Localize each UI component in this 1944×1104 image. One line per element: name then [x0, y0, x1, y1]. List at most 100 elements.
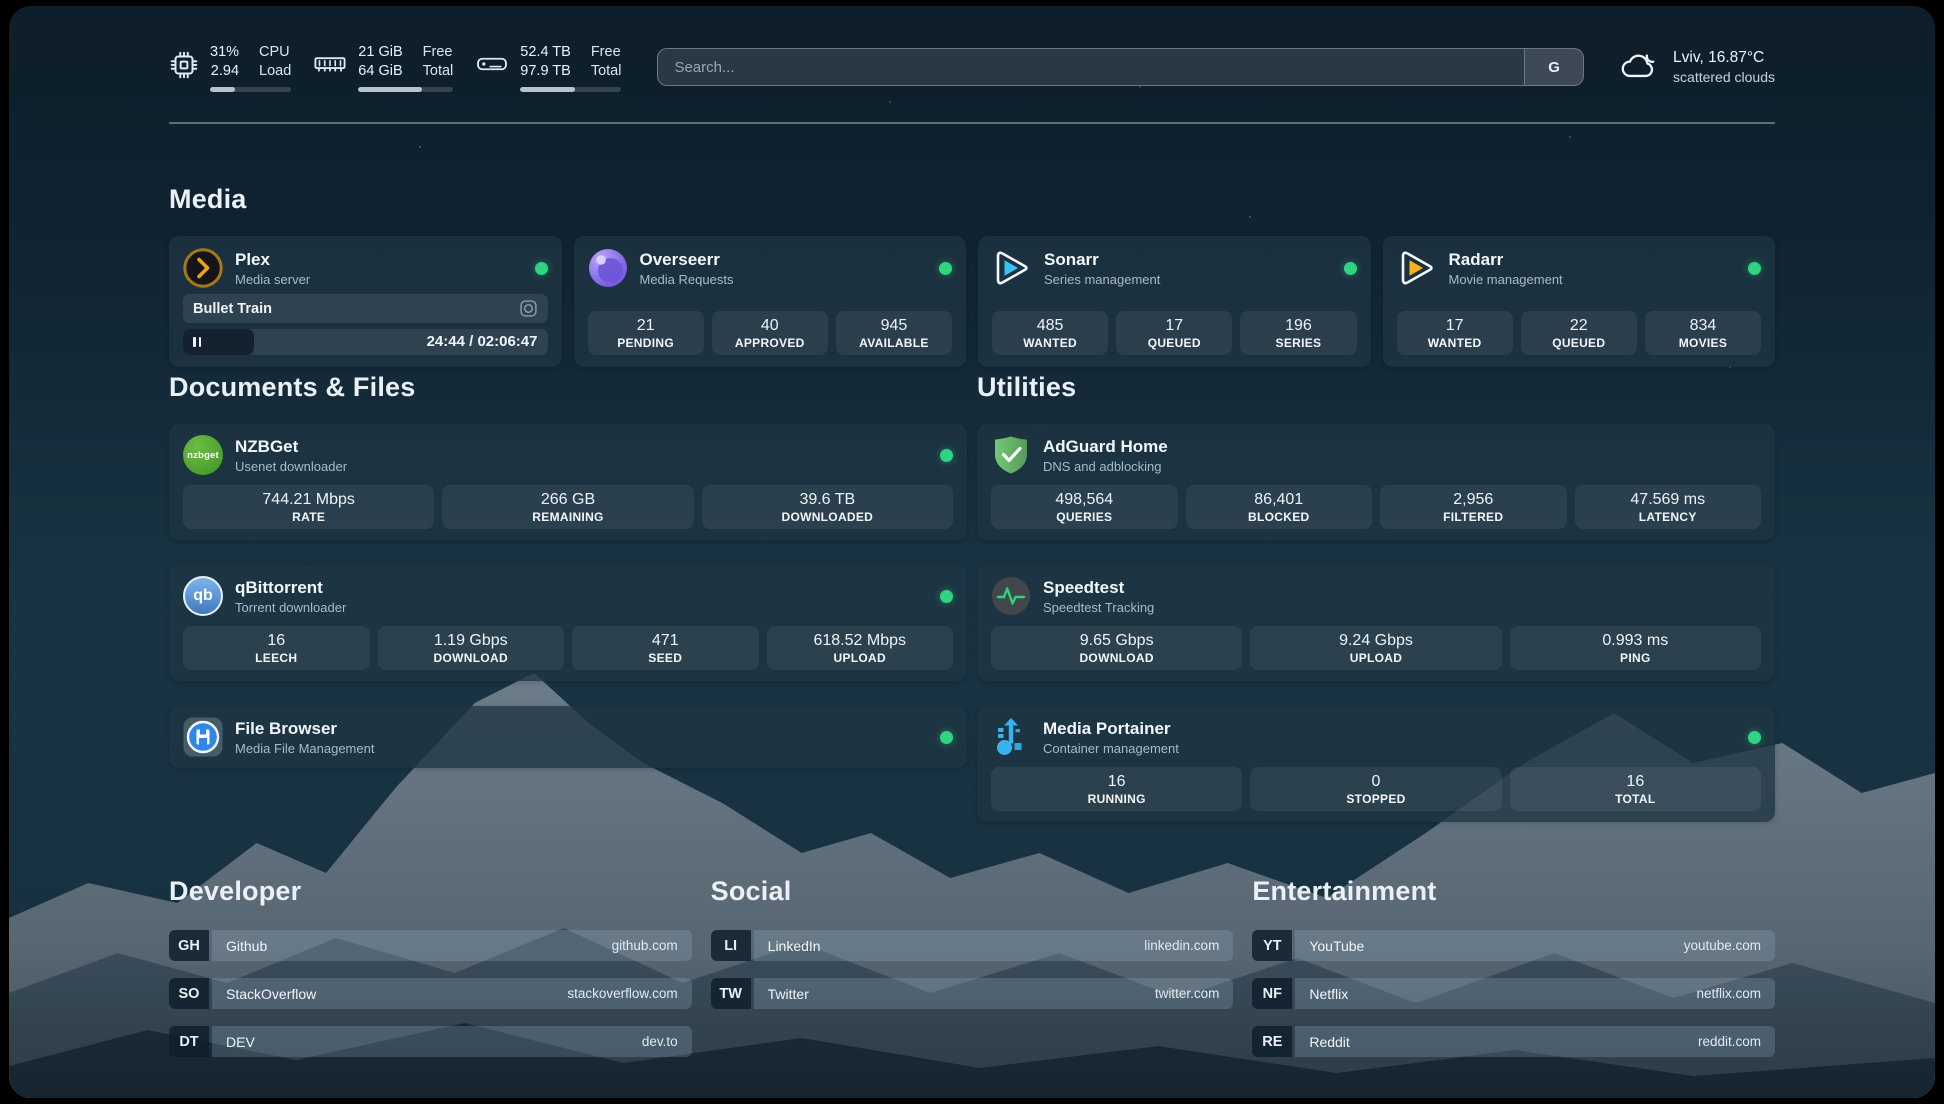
sonarr-card[interactable]: Sonarr Series management 485 WANTED 17 Q…: [978, 236, 1371, 367]
usage-progress-bar: [520, 87, 621, 92]
radarr-card[interactable]: Radarr Movie management 17 WANTED 22 QUE…: [1383, 236, 1776, 367]
stat-value: 21: [590, 316, 702, 336]
service-name: Sonarr: [1044, 249, 1160, 271]
radarr-icon: [1397, 248, 1437, 288]
link-section-entertainment: Entertainment YT YouTube youtube.com NF …: [1252, 876, 1775, 1074]
service-header: Media Portainer Container management: [991, 717, 1761, 757]
service-name: Radarr: [1449, 249, 1563, 271]
cpu-icon: [169, 50, 199, 80]
stat-label: UPLOAD: [1252, 651, 1499, 665]
link-url: dev.to: [642, 1034, 678, 1049]
stat-value: 9.24 Gbps: [1252, 631, 1499, 651]
stat-value: 17: [1118, 316, 1230, 336]
progress-fill: [520, 87, 575, 92]
plex-progress-elapsed: [183, 329, 254, 355]
link-abbreviation: NF: [1252, 978, 1292, 1009]
stat-label: STOPPED: [1252, 792, 1499, 806]
link-name: YouTube: [1309, 938, 1364, 954]
service-stats: 21 PENDING 40 APPROVED 945 AVAILABLE: [588, 311, 953, 355]
link-url: reddit.com: [1698, 1034, 1761, 1049]
nzbget-card[interactable]: nzbget NZBGet Usenet downloader 744.21 M…: [169, 424, 967, 540]
filebrowser-card[interactable]: File Browser Media File Management: [169, 706, 967, 768]
usage-progress-bar: [210, 87, 291, 92]
stat-value: 21 GiB: [358, 43, 402, 62]
stat-value: 16: [993, 772, 1240, 792]
link-dev[interactable]: DT DEV dev.to: [169, 1026, 692, 1057]
stat-pending: 21 PENDING: [588, 311, 704, 355]
service-description: Series management: [1044, 271, 1160, 288]
link-abbreviation: YT: [1252, 930, 1292, 961]
link-github[interactable]: GH Github github.com: [169, 930, 692, 961]
link-netflix[interactable]: NF Netflix netflix.com: [1252, 978, 1775, 1009]
links-grid: Developer GH Github github.com SO StackO…: [169, 876, 1775, 1074]
speedtest-card[interactable]: Speedtest Speedtest Tracking 9.65 Gbps D…: [977, 565, 1775, 681]
memory-icon: [313, 50, 347, 78]
usage-progress-bar: [358, 87, 453, 92]
stat-label: MOVIES: [1647, 336, 1759, 350]
service-name: File Browser: [235, 718, 374, 740]
search-input[interactable]: [658, 49, 1524, 85]
stat-total: 16 TOTAL: [1510, 767, 1761, 811]
link-url: linkedin.com: [1144, 938, 1219, 953]
stat-label: Free: [423, 43, 454, 62]
stat-label: APPROVED: [714, 336, 826, 350]
service-name: Speedtest: [1043, 577, 1154, 599]
link-url: netflix.com: [1696, 986, 1761, 1001]
stat-label: AVAILABLE: [838, 336, 950, 350]
link-name: DEV: [226, 1034, 255, 1050]
stat-value: 16: [1512, 772, 1759, 792]
status-dot: [1748, 731, 1761, 744]
cloud-icon: [1618, 48, 1660, 87]
stat-label: WANTED: [1399, 336, 1511, 350]
stat-label: Load: [259, 62, 291, 81]
status-dot: [1344, 262, 1357, 275]
stat-wanted: 485 WANTED: [992, 311, 1108, 355]
link-youtube[interactable]: YT YouTube youtube.com: [1252, 930, 1775, 961]
plex-card[interactable]: Plex Media server Bullet Train 24:44 / 0…: [169, 236, 562, 367]
stat-seed: 471 SEED: [572, 626, 759, 670]
utilities-cards: AdGuard Home DNS and adblocking 498,564 …: [977, 424, 1775, 822]
overseerr-card[interactable]: Overseerr Media Requests 21 PENDING 40 A…: [574, 236, 967, 367]
service-header: Speedtest Speedtest Tracking: [991, 576, 1761, 616]
link-linkedin[interactable]: LI LinkedIn linkedin.com: [711, 930, 1234, 961]
top-bar: 31%2.94 CPULoad 21 GiB64 GiB FreeTotal 5…: [169, 36, 1775, 98]
media-portainer-card[interactable]: Media Portainer Container management 16 …: [977, 706, 1775, 822]
stat-stopped: 0 STOPPED: [1250, 767, 1501, 811]
stat-label: BLOCKED: [1188, 510, 1371, 524]
search-bar[interactable]: G: [657, 48, 1584, 86]
link-name: Reddit: [1309, 1034, 1349, 1050]
stat-value: 2,956: [1382, 490, 1565, 510]
service-header: Plex Media server: [183, 248, 548, 288]
service-header: Sonarr Series management: [992, 248, 1357, 288]
snow-specks: [9, 6, 11, 8]
section-title: Media: [169, 184, 1775, 215]
stat-label: QUERIES: [993, 510, 1176, 524]
stat-value: 9.65 Gbps: [993, 631, 1240, 651]
stat-value: 834: [1647, 316, 1759, 336]
stat-latency: 47.569 ms LATENCY: [1575, 485, 1762, 529]
disk-stat: 52.4 TB97.9 TB FreeTotal: [475, 43, 621, 92]
link-section-developer: Developer GH Github github.com SO StackO…: [169, 876, 692, 1074]
status-dot: [535, 262, 548, 275]
link-twitter[interactable]: TW Twitter twitter.com: [711, 978, 1234, 1009]
qbittorrent-card[interactable]: qb qBittorrent Torrent downloader 16 LEE…: [169, 565, 967, 681]
link-name: StackOverflow: [226, 986, 316, 1002]
link-name: LinkedIn: [768, 938, 821, 954]
link-reddit[interactable]: RE Reddit reddit.com: [1252, 1026, 1775, 1057]
search-provider-button[interactable]: G: [1524, 49, 1583, 85]
service-stats: 485 WANTED 17 QUEUED 196 SERIES: [992, 311, 1357, 355]
link-stackoverflow[interactable]: SO StackOverflow stackoverflow.com: [169, 978, 692, 1009]
nzbget-logo-text: nzbget: [183, 435, 223, 475]
stat-value: 52.4 TB: [520, 43, 571, 62]
stat-value: 945: [838, 316, 950, 336]
adguard-home-card[interactable]: AdGuard Home DNS and adblocking 498,564 …: [977, 424, 1775, 540]
weather-widget[interactable]: Lviv, 16.87°C scattered clouds: [1618, 47, 1775, 87]
hardware-stats: 31%2.94 CPULoad 21 GiB64 GiB FreeTotal 5…: [169, 43, 621, 92]
stat-value: 40: [714, 316, 826, 336]
section-title: Developer: [169, 876, 692, 907]
media-section: Media Plex Media server Bullet Train: [169, 184, 1775, 367]
stat-downloaded: 39.6 TB DOWNLOADED: [702, 485, 953, 529]
link-url: twitter.com: [1155, 986, 1220, 1001]
stat-value: 64 GiB: [358, 62, 402, 81]
stat-value: 744.21 Mbps: [185, 490, 432, 510]
